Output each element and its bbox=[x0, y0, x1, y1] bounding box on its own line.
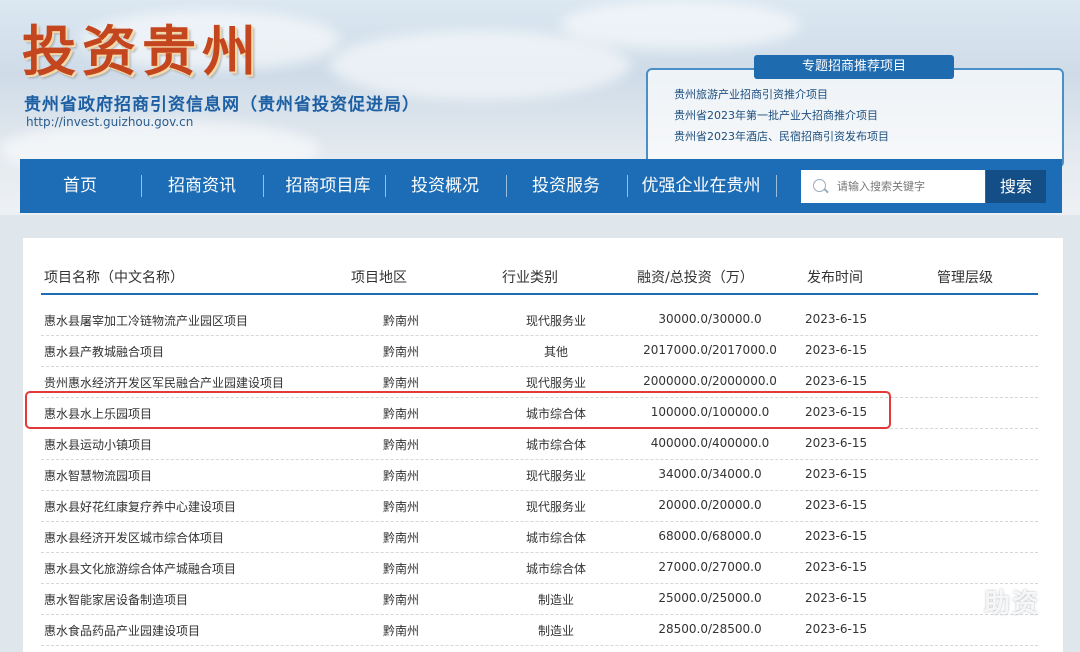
column-header-name: 项目名称（中文名称） bbox=[44, 270, 184, 286]
project-industry: 城市综合体 bbox=[525, 531, 586, 545]
project-date: 2023-6-15 bbox=[805, 343, 868, 357]
nav-divider bbox=[141, 175, 142, 197]
main-nav: 首页 招商资讯 招商项目库 投资概况 投资服务 优强企业在贵州 搜索 bbox=[20, 159, 1062, 213]
project-name-link[interactable]: 惠水食品药品产业园建设项目 bbox=[44, 622, 200, 639]
project-amount: 68000.0/68000.0 bbox=[658, 529, 762, 543]
project-name-link[interactable]: 惠水智能家居设备制造项目 bbox=[44, 591, 188, 608]
project-date: 2023-6-15 bbox=[805, 591, 868, 605]
nav-item-projects[interactable]: 招商项目库 bbox=[272, 159, 384, 213]
project-amount: 2017000.0/2017000.0 bbox=[643, 343, 777, 357]
project-name-link[interactable]: 惠水县产教城融合项目 bbox=[44, 343, 164, 360]
project-amount: 25000.0/25000.0 bbox=[658, 591, 762, 605]
table-row[interactable]: 惠水县文化旅游综合体产城融合项目 黔南州 城市综合体 27000.0/27000… bbox=[41, 552, 1038, 584]
column-header-industry: 行业类别 bbox=[502, 270, 558, 286]
nav-item-services[interactable]: 投资服务 bbox=[516, 159, 616, 213]
table-row[interactable]: 惠水食品药品产业园建设项目 黔南州 制造业 28500.0/28500.0 20… bbox=[41, 614, 1038, 646]
nav-divider bbox=[385, 175, 386, 197]
project-area: 黔南州 bbox=[383, 624, 420, 638]
project-date: 2023-6-15 bbox=[805, 498, 868, 512]
project-amount: 34000.0/34000.0 bbox=[658, 467, 762, 481]
table-row[interactable]: 惠水智能家居设备制造项目 黔南州 制造业 25000.0/25000.0 202… bbox=[41, 583, 1038, 615]
project-area: 黔南州 bbox=[383, 562, 420, 576]
project-industry: 城市综合体 bbox=[525, 438, 586, 452]
project-name-link[interactable]: 惠水县好花红康复疗养中心建设项目 bbox=[44, 498, 236, 515]
project-industry: 制造业 bbox=[537, 593, 574, 607]
project-industry: 现代服务业 bbox=[525, 376, 586, 390]
project-date: 2023-6-15 bbox=[805, 560, 868, 574]
site-logo[interactable]: 投资贵州 bbox=[22, 20, 262, 82]
project-amount: 27000.0/27000.0 bbox=[658, 560, 762, 574]
project-table-panel: 项目名称（中文名称） 项目地区 行业类别 融资/总投资（万） 发布时间 管理层级… bbox=[22, 237, 1064, 652]
project-date: 2023-6-15 bbox=[805, 622, 868, 636]
project-industry: 其他 bbox=[543, 345, 568, 359]
column-header-amount: 融资/总投资（万） bbox=[637, 270, 754, 286]
nav-divider bbox=[627, 175, 628, 197]
project-area: 黔南州 bbox=[383, 531, 420, 545]
project-area: 黔南州 bbox=[383, 500, 420, 514]
search-icon bbox=[813, 179, 826, 192]
recommend-list: 贵州旅游产业招商引资推介项目 贵州省2023年第一批产业大招商推介项目 贵州省2… bbox=[674, 84, 889, 147]
nav-divider bbox=[263, 175, 264, 197]
project-industry: 现代服务业 bbox=[525, 500, 586, 514]
watermark-text: 助资 bbox=[984, 589, 1041, 619]
nav-item-home[interactable]: 首页 bbox=[40, 159, 120, 213]
nav-item-news[interactable]: 招商资讯 bbox=[152, 159, 252, 213]
project-name-link[interactable]: 惠水县运动小镇项目 bbox=[44, 436, 152, 453]
project-name-link[interactable]: 惠水县文化旅游综合体产城融合项目 bbox=[44, 560, 236, 577]
header-divider bbox=[41, 293, 1038, 295]
site-subtitle: 贵州省政府招商引资信息网（贵州省投资促进局） bbox=[24, 95, 420, 115]
project-date: 2023-6-15 bbox=[805, 374, 868, 388]
nav-item-overview[interactable]: 投资概况 bbox=[395, 159, 495, 213]
search-box bbox=[801, 170, 985, 203]
project-name-link[interactable]: 惠水智慧物流园项目 bbox=[44, 467, 152, 484]
site-url: http://invest.guizhou.gov.cn bbox=[26, 115, 194, 129]
project-date: 2023-6-15 bbox=[805, 529, 868, 543]
column-header-area: 项目地区 bbox=[351, 270, 407, 286]
project-amount: 30000.0/30000.0 bbox=[658, 312, 762, 326]
table-row[interactable]: 惠水县好花红康复疗养中心建设项目 黔南州 现代服务业 20000.0/20000… bbox=[41, 490, 1038, 522]
table-row[interactable]: 惠水县经济开发区城市综合体项目 黔南州 城市综合体 68000.0/68000.… bbox=[41, 521, 1038, 553]
project-area: 黔南州 bbox=[383, 593, 420, 607]
project-amount: 2000000.0/2000000.0 bbox=[643, 374, 777, 388]
cloud-decoration bbox=[560, 0, 800, 50]
project-industry: 现代服务业 bbox=[525, 469, 586, 483]
project-date: 2023-6-15 bbox=[805, 467, 868, 481]
table-row[interactable]: 惠水县产教城融合项目 黔南州 其他 2017000.0/2017000.0 20… bbox=[41, 335, 1038, 367]
project-name-link[interactable]: 贵州惠水经济开发区军民融合产业园建设项目 bbox=[44, 374, 284, 391]
nav-divider bbox=[776, 175, 777, 197]
nav-divider bbox=[506, 175, 507, 197]
project-date: 2023-6-15 bbox=[805, 436, 868, 450]
project-area: 黔南州 bbox=[383, 314, 420, 328]
project-area: 黔南州 bbox=[383, 469, 420, 483]
project-name-link[interactable]: 惠水县屠宰加工冷链物流产业园区项目 bbox=[44, 312, 248, 329]
project-industry: 城市综合体 bbox=[525, 562, 586, 576]
column-header-level: 管理层级 bbox=[937, 270, 993, 286]
table-row[interactable]: 惠水县运动小镇项目 黔南州 城市综合体 400000.0/400000.0 20… bbox=[41, 428, 1038, 460]
project-name-link[interactable]: 惠水县经济开发区城市综合体项目 bbox=[44, 529, 224, 546]
column-header-date: 发布时间 bbox=[807, 270, 863, 286]
nav-item-enterprises[interactable]: 优强企业在贵州 bbox=[637, 159, 765, 213]
recommend-link[interactable]: 贵州省2023年第一批产业大招商推介项目 bbox=[674, 105, 889, 126]
recommend-link[interactable]: 贵州旅游产业招商引资推介项目 bbox=[674, 84, 889, 105]
recommend-title: 专题招商推荐项目 bbox=[754, 55, 954, 79]
project-amount: 400000.0/400000.0 bbox=[650, 436, 770, 450]
table-row[interactable]: 惠水县屠宰加工冷链物流产业园区项目 黔南州 现代服务业 30000.0/3000… bbox=[41, 304, 1038, 336]
project-industry: 制造业 bbox=[537, 624, 574, 638]
project-amount: 28500.0/28500.0 bbox=[658, 622, 762, 636]
highlight-annotation-box bbox=[25, 391, 891, 429]
project-area: 黔南州 bbox=[383, 376, 420, 390]
search-input[interactable] bbox=[837, 170, 977, 203]
recommend-link[interactable]: 贵州省2023年酒店、民宿招商引资发布项目 bbox=[674, 126, 889, 147]
search-button[interactable]: 搜索 bbox=[986, 170, 1046, 203]
project-amount: 20000.0/20000.0 bbox=[658, 498, 762, 512]
project-date: 2023-6-15 bbox=[805, 312, 868, 326]
project-area: 黔南州 bbox=[383, 438, 420, 452]
project-industry: 现代服务业 bbox=[525, 314, 586, 328]
table-row[interactable]: 惠水智慧物流园项目 黔南州 现代服务业 34000.0/34000.0 2023… bbox=[41, 459, 1038, 491]
project-area: 黔南州 bbox=[383, 345, 420, 359]
